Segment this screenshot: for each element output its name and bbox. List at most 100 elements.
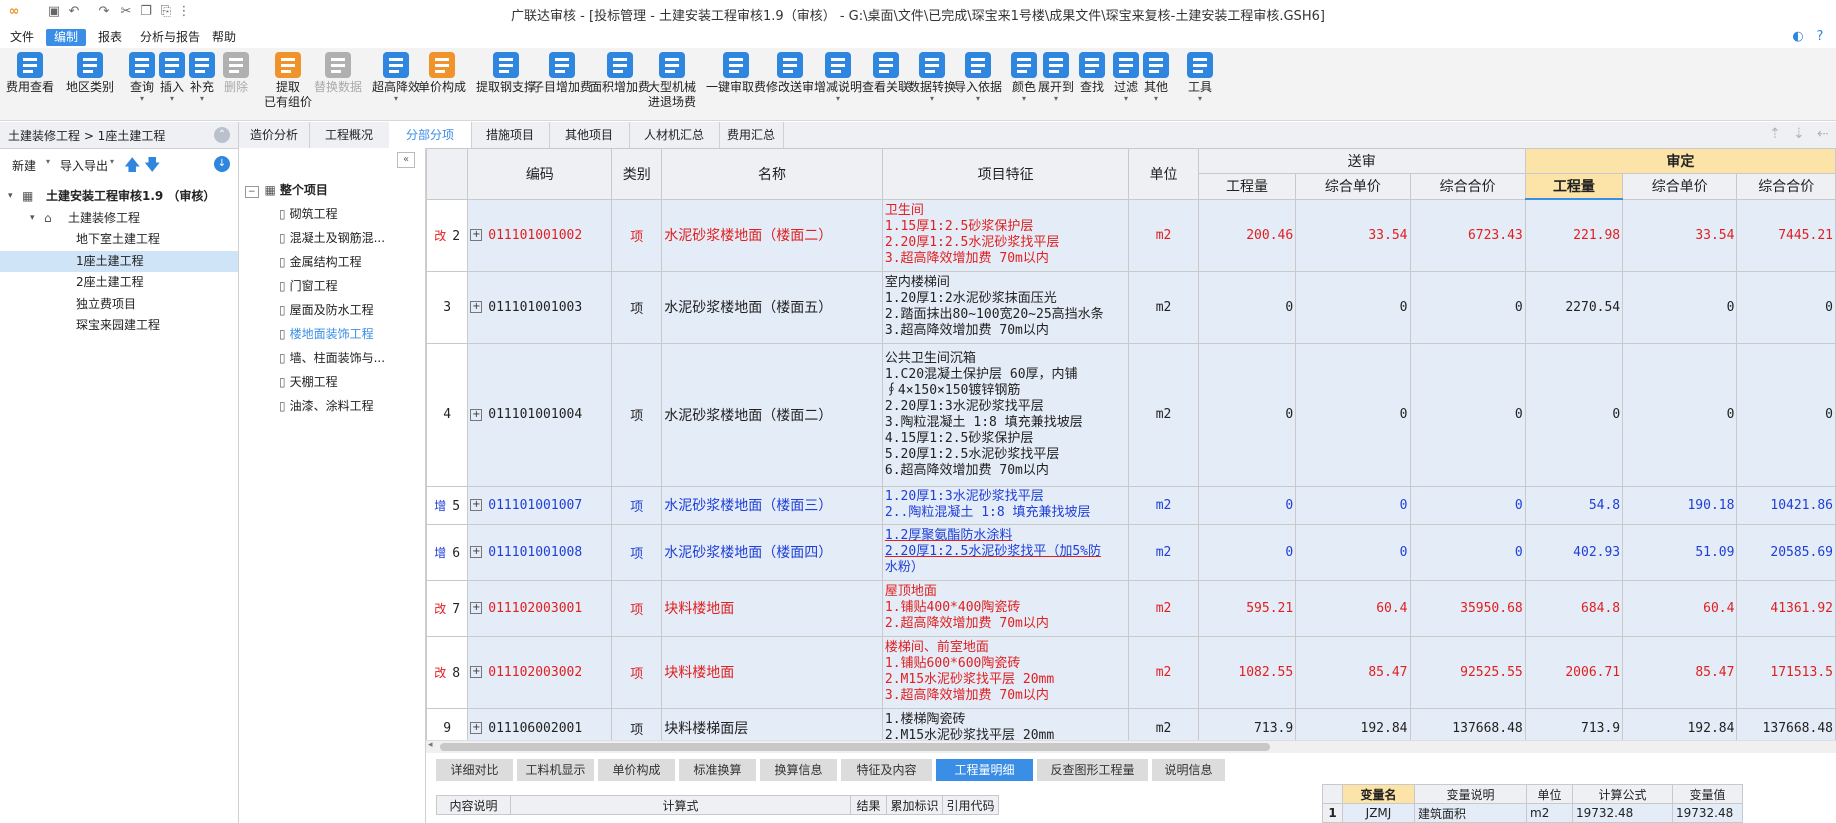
- type-cell[interactable]: 项: [611, 523, 663, 581]
- a-total-cell[interactable]: 0: [1736, 270, 1836, 344]
- s-price-cell[interactable]: 0: [1295, 270, 1411, 344]
- unit-cell[interactable]: m2: [1128, 342, 1199, 487]
- section-item-4[interactable]: ▯ 屋面及防水工程: [279, 298, 374, 322]
- a-qty-cell[interactable]: 2006.71: [1524, 635, 1624, 709]
- help-icon[interactable]: ?: [1812, 29, 1828, 45]
- name-cell[interactable]: 水泥砂浆楼地面（楼面二）: [661, 198, 883, 272]
- unit-cell[interactable]: m2: [1128, 270, 1199, 344]
- s-price-cell[interactable]: 0: [1295, 523, 1411, 581]
- bill-row[interactable]: 4 +011101001004 项水泥砂浆楼地面（楼面二） 公共卫生间沉箱 1.C20混…: [426, 342, 1836, 487]
- expand-row-icon[interactable]: +: [470, 408, 483, 421]
- a-price-cell[interactable]: 33.54: [1622, 198, 1738, 272]
- name-cell[interactable]: 水泥砂浆楼地面（楼面五）: [661, 270, 883, 344]
- tree-node-3[interactable]: 1座土建工程: [0, 250, 238, 272]
- tree-node-1[interactable]: ▾ ⌂ 土建装修工程: [0, 208, 238, 229]
- detail-tab-7[interactable]: 反查图形工程量: [1037, 759, 1148, 781]
- collapse-up-icon[interactable]: ⌃: [214, 127, 230, 143]
- expand-row-icon[interactable]: +: [470, 301, 483, 313]
- section-item-7[interactable]: ▯ 天棚工程: [279, 370, 338, 394]
- feature-cell[interactable]: 公共卫生间沉箱 1.C20混凝土保护层 60厚，内铺 ∮4×150×150镀锌钢筋 2…: [881, 342, 1130, 487]
- a-price-cell[interactable]: 60.4: [1622, 579, 1738, 637]
- s-qty-cell[interactable]: 0: [1197, 342, 1297, 487]
- type-cell[interactable]: 项: [611, 579, 663, 637]
- var-col-value[interactable]: 变量值: [1672, 784, 1743, 804]
- unit-cell[interactable]: m2: [1128, 707, 1199, 740]
- s-qty-cell[interactable]: 595.21: [1197, 579, 1297, 637]
- nav-up-icon[interactable]: ⇡: [1769, 126, 1781, 142]
- s-price-cell[interactable]: 85.47: [1295, 635, 1411, 709]
- detail-tab-1[interactable]: 工料机显示: [517, 759, 594, 781]
- s-qty-cell[interactable]: 0: [1197, 270, 1297, 344]
- s-price-cell[interactable]: 33.54: [1295, 198, 1411, 272]
- s-qty-cell[interactable]: 200.46: [1197, 198, 1297, 272]
- a-qty-cell[interactable]: 684.8: [1524, 579, 1624, 637]
- a-price-cell[interactable]: 85.47: [1622, 635, 1738, 709]
- ribbon-button-9[interactable]: 单价构成: [407, 52, 477, 95]
- s-total-cell[interactable]: 92525.55: [1409, 635, 1526, 709]
- feature-cell[interactable]: 屋顶地面 1.铺贴400*400陶瓷砖 2.超高降效增加费 70m以内: [881, 579, 1130, 637]
- col-accumulate[interactable]: 累加标识: [886, 795, 943, 815]
- col-content-desc[interactable]: 内容说明: [436, 795, 511, 815]
- expand-row-icon[interactable]: +: [470, 666, 483, 678]
- a-price-cell[interactable]: 0: [1622, 342, 1738, 487]
- feature-cell[interactable]: 1.楼梯陶瓷砖 2.M15水泥砂浆找平层 20mm: [881, 707, 1130, 740]
- a-total-cell[interactable]: 10421.86: [1736, 485, 1836, 525]
- detail-tab-3[interactable]: 标准换算: [679, 759, 756, 781]
- section-item-3[interactable]: ▯ 门窗工程: [279, 274, 338, 298]
- unit-cell[interactable]: m2: [1128, 579, 1199, 637]
- tab-2[interactable]: 分部分项: [389, 122, 472, 148]
- move-up-icon[interactable]: 🡅: [124, 154, 140, 181]
- col-header-unit[interactable]: 单位: [1128, 148, 1199, 200]
- code-cell[interactable]: +011102003002: [467, 635, 613, 709]
- type-cell[interactable]: 项: [611, 485, 663, 525]
- a-total-cell[interactable]: 7445.21: [1736, 198, 1836, 272]
- detail-tab-4[interactable]: 换算信息: [760, 759, 837, 781]
- scroll-thumb[interactable]: [440, 743, 1270, 751]
- menu-edit[interactable]: 编制: [46, 29, 87, 46]
- s-total-cell[interactable]: 137668.48: [1409, 707, 1526, 740]
- variable-row[interactable]: 1 JZMJ 建筑面积 m2 19732.48 19732.48: [1322, 803, 1743, 823]
- code-cell[interactable]: +011101001008: [467, 523, 613, 581]
- section-root[interactable]: − ▦ 整个项目: [245, 178, 328, 202]
- tree-expand-icon[interactable]: ▾: [30, 208, 35, 229]
- menu-report[interactable]: 报表: [90, 29, 130, 46]
- bill-row[interactable]: 增 6 +011101001008 项水泥砂浆楼地面（楼面四） 1.2厚聚氨酯防水涂料 2…: [426, 523, 1836, 581]
- tree-node-5[interactable]: 独立费项目: [0, 294, 238, 315]
- var-desc-cell[interactable]: 建筑面积: [1414, 803, 1527, 823]
- collapse-icon[interactable]: −: [245, 186, 259, 198]
- detail-tab-6[interactable]: 工程量明细: [936, 759, 1033, 781]
- expand-row-icon[interactable]: +: [470, 229, 483, 241]
- col-header-submitted-total[interactable]: 综合合价: [1409, 173, 1526, 200]
- bill-row[interactable]: 改 2 +011101001002 项水泥砂浆楼地面（楼面二） 卫生间 1.15厚1:2.…: [426, 198, 1836, 272]
- s-price-cell[interactable]: 60.4: [1295, 579, 1411, 637]
- s-qty-cell[interactable]: 0: [1197, 485, 1297, 525]
- new-dropdown-icon[interactable]: ▾: [46, 157, 50, 166]
- detail-tab-2[interactable]: 单价构成: [598, 759, 675, 781]
- tab-1[interactable]: 工程概况: [309, 122, 390, 148]
- name-cell[interactable]: 块料楼地面: [661, 579, 883, 637]
- code-cell[interactable]: +011102003001: [467, 579, 613, 637]
- feature-cell[interactable]: 卫生间 1.15厚1:2.5砂浆保护层 2.20厚1:2.5水泥砂浆找平层 3.超高降…: [881, 198, 1130, 272]
- var-name-cell[interactable]: JZMJ: [1342, 803, 1415, 823]
- bill-row[interactable]: 3 +011101001003 项水泥砂浆楼地面（楼面五） 室内楼梯间 1.20厚1:2…: [426, 270, 1836, 344]
- name-cell[interactable]: 块料楼梯面层: [661, 707, 883, 740]
- s-qty-cell[interactable]: 0: [1197, 523, 1297, 581]
- feature-cell[interactable]: 室内楼梯间 1.20厚1:2水泥砂浆抹面压光 2.踏面抹出80~100宽20~25高…: [881, 270, 1130, 344]
- a-total-cell[interactable]: 137668.48: [1736, 707, 1836, 740]
- detail-tab-5[interactable]: 特征及内容: [841, 759, 932, 781]
- s-total-cell[interactable]: 6723.43: [1409, 198, 1526, 272]
- type-cell[interactable]: 项: [611, 707, 663, 740]
- a-total-cell[interactable]: 171513.5: [1736, 635, 1836, 709]
- a-total-cell[interactable]: 20585.69: [1736, 523, 1836, 581]
- section-item-6[interactable]: ▯ 墙、柱面装饰与...: [279, 346, 385, 370]
- type-cell[interactable]: 项: [611, 198, 663, 272]
- type-cell[interactable]: 项: [611, 270, 663, 344]
- var-value-cell[interactable]: 19732.48: [1672, 803, 1743, 823]
- section-item-1[interactable]: ▯ 混凝土及钢筋混...: [279, 226, 385, 250]
- code-cell[interactable]: +011101001003: [467, 270, 613, 344]
- s-total-cell[interactable]: 0: [1409, 270, 1526, 344]
- expand-row-icon[interactable]: +: [470, 499, 483, 511]
- unit-cell[interactable]: m2: [1128, 485, 1199, 525]
- s-total-cell[interactable]: 0: [1409, 342, 1526, 487]
- name-cell[interactable]: 块料楼地面: [661, 635, 883, 709]
